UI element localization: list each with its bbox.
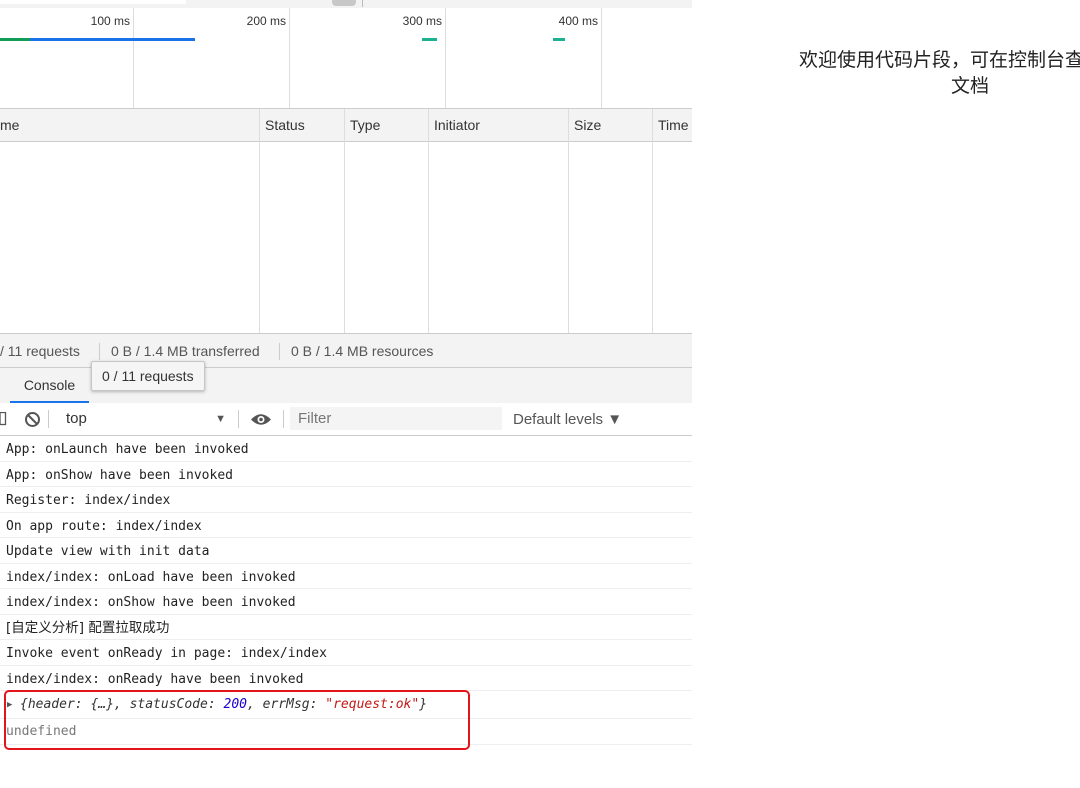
sidebar-toggle-icon[interactable] (0, 412, 7, 426)
tick-label: 200 ms (246, 14, 286, 28)
column-name[interactable]: me (0, 109, 260, 141)
column-divider (568, 109, 569, 333)
column-time[interactable]: Time (652, 109, 692, 141)
console-message: On app route: index/index (0, 513, 692, 538)
log-levels-dropdown[interactable]: Default levels ▼ (513, 411, 622, 428)
request-bar (553, 38, 565, 41)
request-bar (422, 38, 437, 41)
tick-label: 300 ms (402, 14, 442, 28)
toolbar-divider (362, 0, 363, 7)
grid-line (133, 8, 134, 108)
toolbar-divider (48, 410, 49, 428)
column-type[interactable]: Type (344, 109, 428, 141)
welcome-line-1: 欢迎使用代码片段，可在控制台查看代码 (798, 49, 1080, 71)
grid-line (289, 8, 290, 108)
column-initiator[interactable]: Initiator (428, 109, 568, 141)
tab-console[interactable]: Console (10, 368, 89, 403)
network-overview-timeline[interactable]: 100 ms 200 ms 300 ms 400 ms (0, 8, 692, 109)
devtools-panel: 100 ms 200 ms 300 ms 400 ms me Status Ty… (0, 0, 692, 788)
console-toolbar: top ▼ Default levels ▼ (0, 403, 692, 436)
column-divider (259, 109, 260, 333)
network-table-body[interactable] (0, 142, 692, 333)
requests-count: / 11 requests (0, 343, 80, 359)
tick-label: 400 ms (558, 14, 598, 28)
console-message: index/index: onShow have been invoked (0, 589, 692, 615)
red-highlight-box (4, 690, 470, 750)
console-message: Invoke event onReady in page: index/inde… (0, 640, 692, 666)
toolbar-divider (238, 410, 239, 428)
summary-divider (279, 343, 280, 360)
context-select-value: top (66, 410, 87, 427)
console-message: Register: index/index (0, 487, 692, 513)
welcome-line-2: 文档 (950, 75, 989, 97)
network-table-header: me Status Type Initiator Size Time (0, 109, 692, 142)
column-divider (652, 109, 653, 333)
summary-divider (99, 343, 100, 360)
simulator-pane: 欢迎使用代码片段，可在控制台查看代码 文档 (692, 0, 1080, 788)
drag-handle[interactable] (332, 0, 356, 6)
download-bar (30, 38, 195, 41)
console-message: App: onLaunch have been invoked (0, 436, 692, 462)
welcome-text: 欢迎使用代码片段，可在控制台查看代码 文档 (692, 47, 1080, 99)
column-divider (428, 109, 429, 333)
tick-label: 100 ms (90, 14, 130, 28)
resources-size: 0 B / 1.4 MB resources (291, 343, 434, 359)
requests-tooltip: 0 / 11 requests (91, 361, 205, 391)
context-select[interactable]: top ▼ (56, 407, 232, 431)
grid-line (445, 8, 446, 108)
toolbar-divider (283, 410, 284, 428)
waiting-bar (0, 38, 30, 41)
toolbar-segment (0, 0, 186, 4)
column-size[interactable]: Size (568, 109, 652, 141)
column-status[interactable]: Status (259, 109, 344, 141)
console-message: App: onShow have been invoked (0, 462, 692, 487)
console-message: index/index: onReady have been invoked (0, 666, 692, 691)
column-divider (344, 109, 345, 333)
clear-console-icon[interactable] (24, 411, 41, 428)
console-message: Update view with init data (0, 538, 692, 564)
dropdown-arrow-icon: ▼ (215, 413, 226, 425)
eye-icon[interactable] (250, 412, 272, 427)
console-message: [自定义分析] 配置拉取成功 (0, 615, 692, 640)
filter-input[interactable] (290, 407, 502, 430)
grid-line (601, 8, 602, 108)
console-message: index/index: onLoad have been invoked (0, 564, 692, 589)
